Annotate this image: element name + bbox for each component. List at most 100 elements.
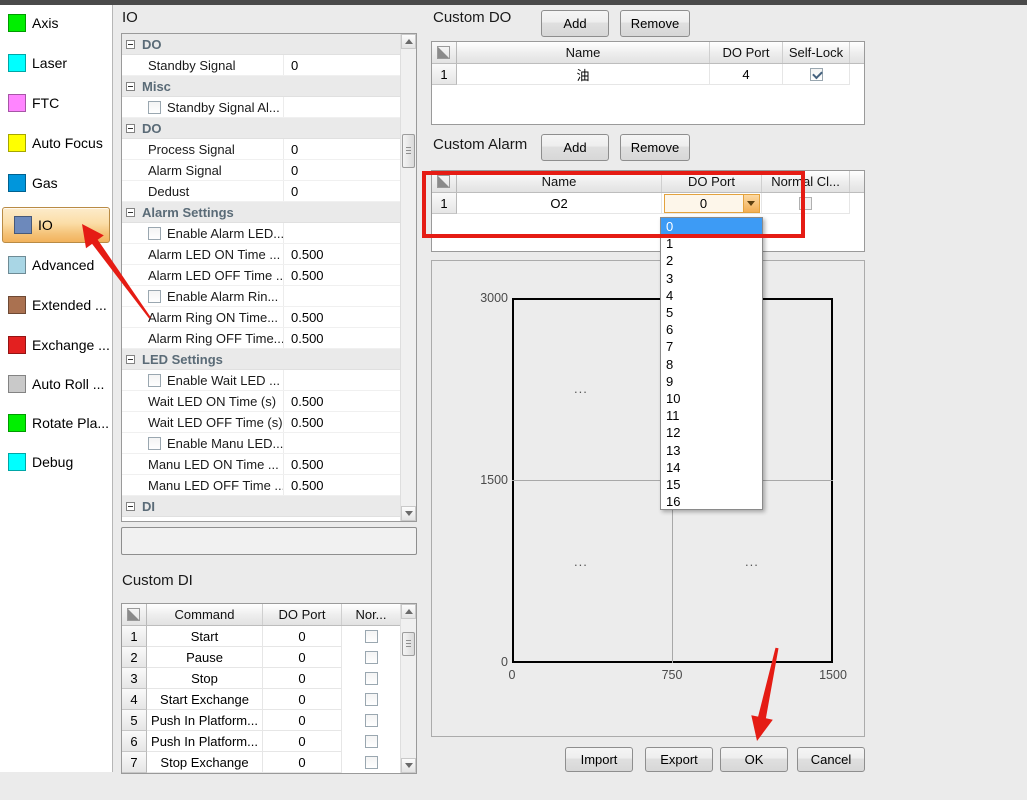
- do-port-cell[interactable]: 0: [263, 689, 342, 710]
- property-value[interactable]: [283, 433, 400, 453]
- checkbox[interactable]: [148, 374, 161, 387]
- grid-section-alarm-settings[interactable]: Alarm Settings: [122, 202, 400, 223]
- property-value[interactable]: 0: [283, 160, 400, 180]
- custom-do-add-button[interactable]: Add: [541, 10, 609, 37]
- property-value[interactable]: 0.500: [283, 454, 400, 474]
- grid-row-enable-alarm-ring[interactable]: Enable Alarm Rin...: [122, 286, 400, 307]
- checkbox[interactable]: [365, 630, 378, 643]
- grid-section-do[interactable]: DO: [122, 34, 400, 55]
- sidebar-item-rotate-platform[interactable]: Rotate Pla...: [0, 405, 113, 441]
- command-cell[interactable]: Start Exchange: [147, 689, 263, 710]
- dropdown-option[interactable]: 15: [661, 476, 762, 493]
- checkbox[interactable]: [365, 672, 378, 685]
- grid-section-misc[interactable]: Misc: [122, 76, 400, 97]
- command-cell[interactable]: Start: [147, 626, 263, 647]
- table-row[interactable]: 6Push In Platform...0: [122, 731, 400, 752]
- cancel-button[interactable]: Cancel: [797, 747, 865, 772]
- grid-section-do2[interactable]: DO: [122, 118, 400, 139]
- grid-row-alarm-led-on-time[interactable]: Alarm LED ON Time ...0.500: [122, 244, 400, 265]
- property-value[interactable]: [283, 286, 400, 306]
- sidebar-item-laser[interactable]: Laser: [0, 45, 113, 81]
- custom-alarm-add-button[interactable]: Add: [541, 134, 609, 161]
- do-port-combobox[interactable]: 0: [664, 194, 760, 213]
- dropdown-option[interactable]: 7: [661, 338, 762, 355]
- collapse-icon[interactable]: [126, 82, 135, 91]
- checkbox[interactable]: [148, 227, 161, 240]
- scroll-down-icon[interactable]: [401, 758, 416, 773]
- dropdown-option-selected[interactable]: 0: [661, 218, 762, 235]
- grid-row-alarm-signal[interactable]: Alarm Signal0: [122, 160, 400, 181]
- scroll-up-icon[interactable]: [401, 604, 416, 619]
- grid-row-wait-led-on-time[interactable]: Wait LED ON Time (s)0.500: [122, 391, 400, 412]
- select-all-corner[interactable]: [432, 42, 457, 63]
- import-button[interactable]: Import: [565, 747, 633, 772]
- checkbox[interactable]: [365, 693, 378, 706]
- do-port-cell[interactable]: 0: [263, 752, 342, 773]
- table-row[interactable]: 5Push In Platform...0: [122, 710, 400, 731]
- table-row[interactable]: 3Stop0: [122, 668, 400, 689]
- collapse-icon[interactable]: [126, 40, 135, 49]
- scrollbar-thumb[interactable]: [402, 632, 415, 656]
- grid-row-enable-wait-led[interactable]: Enable Wait LED ...: [122, 370, 400, 391]
- dropdown-option[interactable]: 5: [661, 304, 762, 321]
- collapse-icon[interactable]: [126, 208, 135, 217]
- do-port-cell[interactable]: 0: [263, 626, 342, 647]
- do-port-cell[interactable]: 0: [263, 647, 342, 668]
- checkbox[interactable]: [148, 437, 161, 450]
- grid-row-standby-signal[interactable]: Standby Signal0: [122, 55, 400, 76]
- table-row[interactable]: 1 油 4: [432, 64, 864, 85]
- checkbox[interactable]: [148, 101, 161, 114]
- property-value[interactable]: 0: [283, 181, 400, 201]
- property-value[interactable]: 0.500: [283, 475, 400, 495]
- sidebar-item-auto-roll[interactable]: Auto Roll ...: [0, 366, 113, 402]
- property-value[interactable]: 0: [283, 55, 400, 75]
- custom-di-scrollbar[interactable]: [400, 604, 416, 773]
- grid-row-manu-led-off-time[interactable]: Manu LED OFF Time ...0.500: [122, 475, 400, 496]
- property-value[interactable]: 0.500: [283, 412, 400, 432]
- grid-row-alarm-ring-on-time[interactable]: Alarm Ring ON Time...0.500: [122, 307, 400, 328]
- custom-alarm-remove-button[interactable]: Remove: [620, 134, 690, 161]
- do-port-cell[interactable]: 0: [263, 710, 342, 731]
- chevron-down-icon[interactable]: [743, 195, 759, 212]
- scroll-up-icon[interactable]: [401, 34, 416, 49]
- checkbox[interactable]: [365, 756, 378, 769]
- collapse-icon[interactable]: [126, 124, 135, 133]
- do-port-cell[interactable]: 0: [263, 731, 342, 752]
- sidebar-item-extended[interactable]: Extended ...: [0, 287, 113, 323]
- grid-row-alarm-ring-off-time[interactable]: Alarm Ring OFF Time...0.500: [122, 328, 400, 349]
- sidebar-item-debug[interactable]: Debug: [0, 444, 113, 480]
- sidebar-item-ftc[interactable]: FTC: [0, 85, 113, 121]
- do-port-cell[interactable]: 0: [263, 668, 342, 689]
- property-value[interactable]: [283, 370, 400, 390]
- do-port-cell[interactable]: 4: [710, 64, 783, 85]
- property-value[interactable]: 0.500: [283, 391, 400, 411]
- checkbox[interactable]: [799, 197, 812, 210]
- dropdown-option[interactable]: 2: [661, 252, 762, 269]
- checkbox-checked[interactable]: [810, 68, 823, 81]
- dropdown-option[interactable]: 14: [661, 459, 762, 476]
- grid-row-enable-manu-led[interactable]: Enable Manu LED...: [122, 433, 400, 454]
- grid-row-manu-led-on-time[interactable]: Manu LED ON Time ...0.500: [122, 454, 400, 475]
- select-all-corner[interactable]: [432, 171, 457, 192]
- grid-row-alarm-led-off-time[interactable]: Alarm LED OFF Time ...0.500: [122, 265, 400, 286]
- dropdown-option[interactable]: 4: [661, 287, 762, 304]
- dropdown-option[interactable]: 12: [661, 424, 762, 441]
- dropdown-option[interactable]: 10: [661, 390, 762, 407]
- property-value[interactable]: 0: [283, 139, 400, 159]
- checkbox[interactable]: [365, 714, 378, 727]
- property-value[interactable]: 0.500: [283, 244, 400, 264]
- collapse-icon[interactable]: [126, 502, 135, 511]
- dropdown-option[interactable]: 9: [661, 373, 762, 390]
- sidebar-item-io[interactable]: IO: [2, 207, 110, 243]
- scroll-down-icon[interactable]: [401, 506, 416, 521]
- grid-section-di[interactable]: DI: [122, 496, 400, 517]
- property-value[interactable]: 0.500: [283, 328, 400, 348]
- select-all-corner[interactable]: [122, 604, 147, 625]
- command-cell[interactable]: Push In Platform...: [147, 731, 263, 752]
- sidebar-item-advanced[interactable]: Advanced: [0, 247, 113, 283]
- table-row[interactable]: 2Pause0: [122, 647, 400, 668]
- checkbox[interactable]: [365, 651, 378, 664]
- table-row[interactable]: 7Stop Exchange0: [122, 752, 400, 773]
- property-value[interactable]: 0.500: [283, 265, 400, 285]
- dropdown-option[interactable]: 3: [661, 270, 762, 287]
